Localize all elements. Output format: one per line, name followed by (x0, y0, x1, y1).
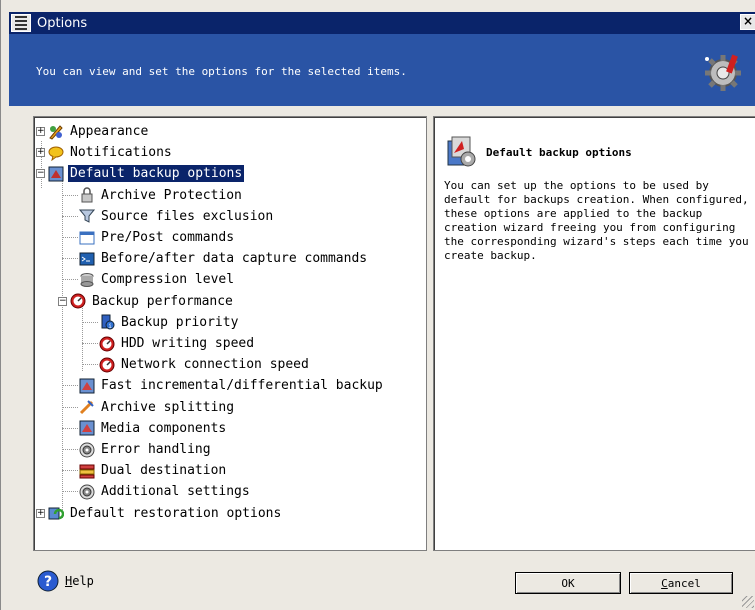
error-gear-icon (79, 442, 95, 457)
tree-item[interactable]: Network connection speed (99, 354, 311, 375)
settings-icon (79, 484, 95, 500)
header-banner: You can view and set the options for the… (9, 34, 755, 106)
restoration-icon (48, 507, 64, 520)
tree-item[interactable]: Source files exclusion (79, 206, 275, 227)
tree-item-label: Backup priority (121, 314, 239, 330)
tree-item[interactable]: i Backup priority (99, 312, 240, 333)
compression-icon (80, 272, 94, 287)
options-gear-icon (705, 54, 741, 91)
options-window: Options × You can view and set the optio… (0, 0, 755, 610)
help-link[interactable]: ? Help (37, 570, 94, 592)
tree-item[interactable]: Pre/Post commands (79, 227, 236, 248)
tree-item[interactable]: − Backup performance (58, 291, 235, 312)
tree-item[interactable]: Additional settings (79, 481, 252, 502)
info-title-text: Default backup options (486, 145, 632, 159)
tree-item-label: Archive splitting (101, 399, 235, 415)
dialog-footer: ? Help OK Cancel (1, 560, 755, 610)
tree-item-label: Notifications (70, 145, 172, 161)
lock-icon (81, 187, 93, 203)
incremental-icon (79, 378, 95, 394)
expand-icon[interactable]: + (36, 508, 45, 518)
tree-item-label: HDD writing speed (121, 336, 255, 351)
notifications-icon (48, 146, 64, 161)
tree-item[interactable]: Archive splitting (79, 397, 236, 418)
tree-item[interactable]: Dual destination (79, 460, 228, 481)
cancel-button[interactable]: Cancel (629, 572, 733, 594)
tree-item[interactable]: Archive Protection (79, 185, 244, 206)
tree-item-label: Appearance (70, 124, 149, 139)
header-message: You can view and set the options for the… (36, 65, 407, 78)
tree-item[interactable]: HDD writing speed (99, 333, 256, 354)
tree-item[interactable]: Fast incremental/differential backup (79, 375, 385, 396)
speed-icon (99, 357, 115, 373)
options-tree[interactable]: + Appearance + Notifications − Default backup… (33, 116, 427, 551)
tree-item-label: Network connection speed (121, 357, 309, 373)
tree-item-label: Error handling (101, 442, 211, 457)
tree-item[interactable]: + Default restoration options (36, 503, 283, 524)
backup-options-icon (48, 166, 64, 182)
window-menu-icon[interactable] (11, 14, 31, 32)
resize-grip[interactable] (742, 596, 754, 608)
window-title: Options (37, 15, 88, 31)
info-panel: Default backup options You can set up th… (433, 116, 755, 551)
expand-icon[interactable]: + (36, 127, 45, 136)
tree-item-label: Backup performance (92, 293, 233, 309)
title-bar[interactable]: Options × (9, 12, 755, 34)
collapse-icon[interactable]: − (36, 169, 45, 179)
window-icon (79, 231, 95, 244)
appearance-icon (49, 124, 63, 140)
info-title: Default backup options (444, 135, 632, 169)
svg-text:?: ? (44, 574, 52, 590)
tree-item[interactable]: + Appearance (36, 121, 150, 142)
tree-item[interactable]: + Notifications (36, 142, 174, 163)
filter-icon (79, 209, 95, 224)
tree-item[interactable]: Before/after data capture commands (79, 248, 369, 269)
cancel-label: Cancel (661, 576, 701, 590)
dual-destination-icon (79, 464, 95, 479)
media-icon (79, 420, 95, 436)
tree-item-label: Source files exclusion (101, 208, 274, 224)
svg-text:i: i (108, 323, 112, 330)
backup-options-icon (447, 136, 476, 167)
tree-item-label: Before/after data capture commands (101, 251, 368, 267)
expand-icon[interactable]: + (36, 148, 45, 158)
console-icon (79, 252, 95, 266)
tree-item-label: Additional settings (101, 484, 250, 500)
tree-item[interactable]: Compression level (79, 269, 236, 290)
help-label: Help (65, 574, 94, 588)
splitting-icon (79, 400, 94, 415)
tree-item-label: Archive Protection (101, 187, 242, 203)
collapse-icon[interactable]: − (58, 296, 67, 306)
info-description: You can set up the options to be used by… (444, 179, 749, 262)
tree-item-label: Pre/Post commands (101, 230, 235, 245)
tree-item-label: Default restoration options (70, 505, 282, 521)
close-icon[interactable]: × (740, 14, 755, 30)
ok-label: OK (561, 576, 575, 590)
tree-item[interactable]: Media components (79, 418, 228, 439)
tree-item-label: Default backup options (68, 165, 245, 183)
speed-icon (99, 336, 115, 351)
tree-item-label: Media components (101, 420, 227, 436)
tree-item-label: Dual destination (101, 463, 227, 479)
tree-item-label: Fast incremental/differential backup (101, 378, 383, 394)
ok-button[interactable]: OK (515, 572, 621, 594)
performance-icon (70, 293, 86, 309)
tree-item[interactable]: − Default backup options (36, 163, 245, 184)
help-icon: ? (37, 570, 59, 592)
tree-item[interactable]: Error handling (79, 439, 213, 460)
tree-item-label: Compression level (101, 272, 235, 288)
priority-icon: i (101, 314, 115, 330)
